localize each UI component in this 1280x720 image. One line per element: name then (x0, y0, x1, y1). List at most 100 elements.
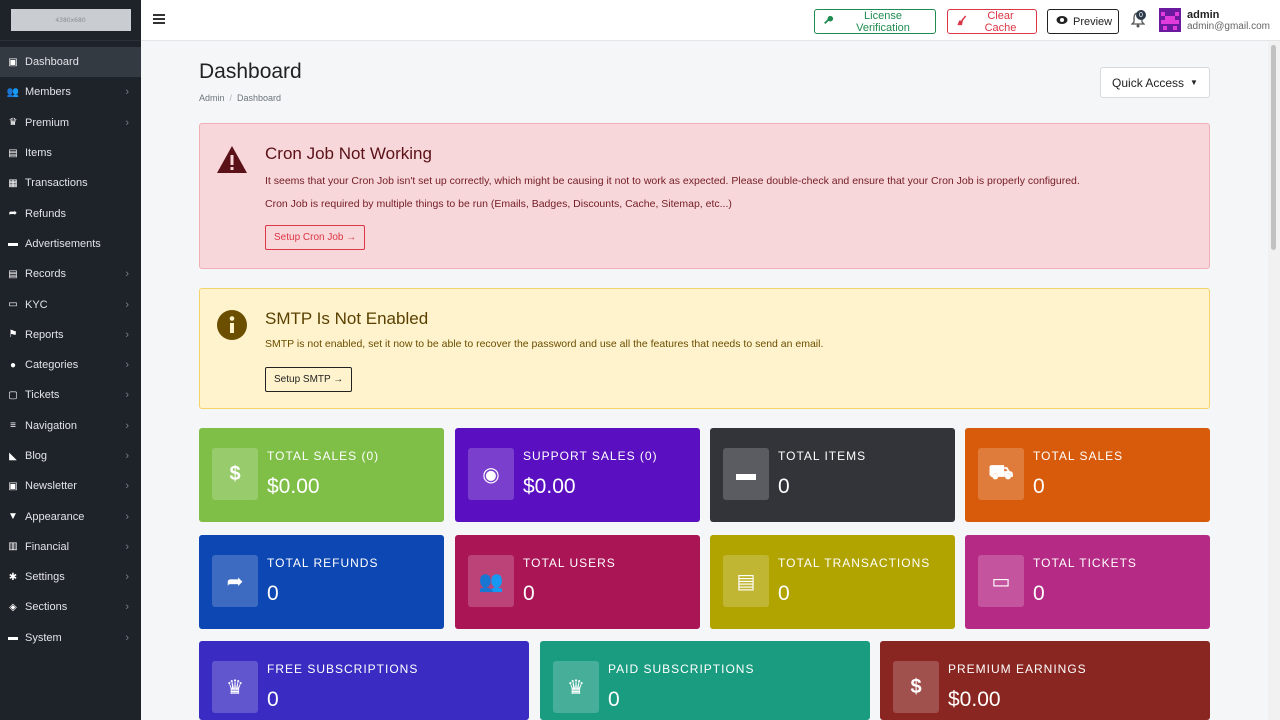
sidebar-item-refunds[interactable]: ➦ Refunds (0, 198, 141, 228)
sidebar-item-label: Tickets (25, 389, 60, 402)
logo-area: 4380x680 (0, 0, 141, 41)
chevron-right-icon: › (125, 116, 129, 129)
scrollbar-thumb[interactable] (1271, 45, 1276, 250)
breadcrumb-admin[interactable]: Admin (199, 93, 225, 103)
sidebar-item-transactions[interactable]: ▦ Transactions (0, 168, 141, 198)
hamburger-menu-icon[interactable] (153, 12, 165, 26)
stat-label: TOTAL ITEMS (778, 449, 867, 463)
share-icon: ➦ (212, 555, 258, 607)
license-verification-button[interactable]: License Verification (814, 9, 936, 34)
sidebar-item-premium[interactable]: ♛ Premium › (0, 108, 141, 138)
sidebar-item-categories[interactable]: ● Categories › (0, 350, 141, 380)
sidebar-item-label: Dashboard (25, 56, 79, 69)
rss-icon: ◣ (9, 450, 17, 462)
stat-card-total-items[interactable]: ▬ TOTAL ITEMS 0 (710, 428, 955, 522)
newsletter-icon: ▣ (8, 480, 18, 492)
dashboard-icon: ▣ (8, 56, 18, 68)
stat-value: 0 (1033, 475, 1045, 498)
stat-value: 0 (778, 475, 790, 498)
stat-label: TOTAL USERS (523, 556, 616, 570)
cron-alert-title: Cron Job Not Working (265, 144, 432, 163)
stat-card-total-sales[interactable]: ⛟ TOTAL SALES 0 (965, 428, 1210, 522)
sidebar-item-label: Categories (25, 359, 79, 372)
preview-button[interactable]: Preview (1047, 9, 1119, 34)
cart-icon: ⛟ (978, 448, 1024, 500)
chevron-right-icon: › (125, 268, 129, 281)
stat-label: TOTAL SALES (0) (267, 449, 380, 463)
sidebar-item-members[interactable]: 👥 Members › (0, 77, 141, 107)
box-icon: ▤ (8, 147, 18, 159)
dollar-icon: $ (893, 661, 939, 713)
records-icon: ▤ (8, 268, 18, 280)
money-bag-icon: ◉ (468, 448, 514, 500)
stat-value: 0 (608, 688, 620, 711)
key-icon (823, 15, 834, 29)
user-name[interactable]: admin (1187, 9, 1219, 21)
sidebar-item-settings[interactable]: ✱ Settings › (0, 562, 141, 592)
ad-icon: ▬ (8, 238, 18, 250)
stat-label: TOTAL TRANSACTIONS (778, 556, 931, 570)
sidebar-item-label: Navigation (25, 419, 77, 432)
clear-cache-button[interactable]: Clear Cache (947, 9, 1037, 34)
chevron-right-icon: › (125, 86, 129, 99)
chevron-right-icon: › (125, 480, 129, 493)
box-open-icon: ▬ (723, 448, 769, 500)
sidebar-item-label: Advertisements (25, 237, 101, 250)
sidebar-item-records[interactable]: ▤ Records › (0, 259, 141, 289)
receipt-icon: ▦ (8, 177, 18, 189)
cron-alert-text: It seems that your Cron Job isn't set up… (265, 175, 1080, 187)
sidebar-item-advertisements[interactable]: ▬ Advertisements (0, 229, 141, 259)
receipt-icon: ▤ (723, 555, 769, 607)
stat-label: TOTAL REFUNDS (267, 556, 379, 570)
quick-access-button[interactable]: Quick Access ▼ (1100, 67, 1210, 98)
sidebar-item-navigation[interactable]: ≡ Navigation › (0, 411, 141, 441)
stat-card-paid-subscriptions[interactable]: ♛ PAID SUBSCRIPTIONS 0 (540, 641, 870, 720)
sidebar-item-reports[interactable]: ⚑ Reports › (0, 320, 141, 350)
chevron-right-icon: › (125, 419, 129, 432)
warning-icon (216, 144, 248, 176)
server-icon: ▬ (8, 632, 18, 644)
breadcrumb-dashboard: Dashboard (237, 93, 282, 103)
stat-card-support-sales-0[interactable]: ◉ SUPPORT SALES (0) $0.00 (455, 428, 700, 522)
sidebar-item-label: Records (25, 268, 66, 281)
stat-label: PREMIUM EARNINGS (948, 662, 1087, 676)
sidebar-item-sections[interactable]: ◈ Sections › (0, 592, 141, 622)
sidebar-item-appearance[interactable]: ▼ Appearance › (0, 501, 141, 531)
stat-card-total-users[interactable]: 👥 TOTAL USERS 0 (455, 535, 700, 629)
sidebar-item-dashboard[interactable]: ▣ Dashboard (0, 47, 141, 78)
crown-icon: ♛ (212, 661, 258, 713)
sidebar-item-label: Newsletter (25, 480, 77, 493)
id-card-icon: ▭ (8, 299, 18, 311)
smtp-alert-text: SMTP is not enabled, set it now to be ab… (265, 338, 824, 350)
sidebar-item-kyc[interactable]: ▭ KYC › (0, 289, 141, 319)
setup-cron-job-button[interactable]: Setup Cron Job → (265, 225, 366, 250)
stat-card-total-refunds[interactable]: ➦ TOTAL REFUNDS 0 (199, 535, 444, 629)
sidebar-item-blog[interactable]: ◣ Blog › (0, 441, 141, 471)
chevron-right-icon: › (125, 631, 129, 644)
crown-icon: ♛ (553, 661, 599, 713)
setup-smtp-button[interactable]: Setup SMTP → (265, 367, 353, 392)
sidebar-item-financial[interactable]: ▥ Financial › (0, 532, 141, 562)
stat-label: PAID SUBSCRIPTIONS (608, 662, 755, 676)
users-icon: 👥 (6, 86, 20, 98)
sidebar-item-newsletter[interactable]: ▣ Newsletter › (0, 471, 141, 501)
breadcrumb: Admin / Dashboard (199, 93, 282, 103)
sidebar-item-label: Appearance (25, 510, 85, 523)
sidebar-item-system[interactable]: ▬ System › (0, 623, 141, 653)
logo[interactable]: 4380x680 (10, 9, 131, 31)
tag-icon: ● (9, 359, 17, 371)
stat-card-total-sales-0[interactable]: $ TOTAL SALES (0) $0.00 (199, 428, 444, 522)
cron-alert-text-2: Cron Job is required by multiple things … (265, 198, 732, 210)
sidebar-item-items[interactable]: ▤ Items (0, 138, 141, 168)
sidebar-item-label: Items (25, 147, 52, 160)
chevron-right-icon: › (125, 359, 129, 372)
sidebar-item-tickets[interactable]: ▢ Tickets › (0, 380, 141, 410)
stat-card-premium-earnings[interactable]: $ PREMIUM EARNINGS $0.00 (880, 641, 1210, 720)
stat-card-total-tickets[interactable]: ▭ TOTAL TICKETS 0 (965, 535, 1210, 629)
bank-icon: ▥ (8, 541, 18, 553)
stat-value: 0 (1033, 582, 1045, 605)
stat-card-free-subscriptions[interactable]: ♛ FREE SUBSCRIPTIONS 0 (199, 641, 529, 720)
stat-card-total-transactions[interactable]: ▤ TOTAL TRANSACTIONS 0 (710, 535, 955, 629)
inbox-icon: ▭ (978, 555, 1024, 607)
avatar[interactable] (1159, 8, 1181, 32)
